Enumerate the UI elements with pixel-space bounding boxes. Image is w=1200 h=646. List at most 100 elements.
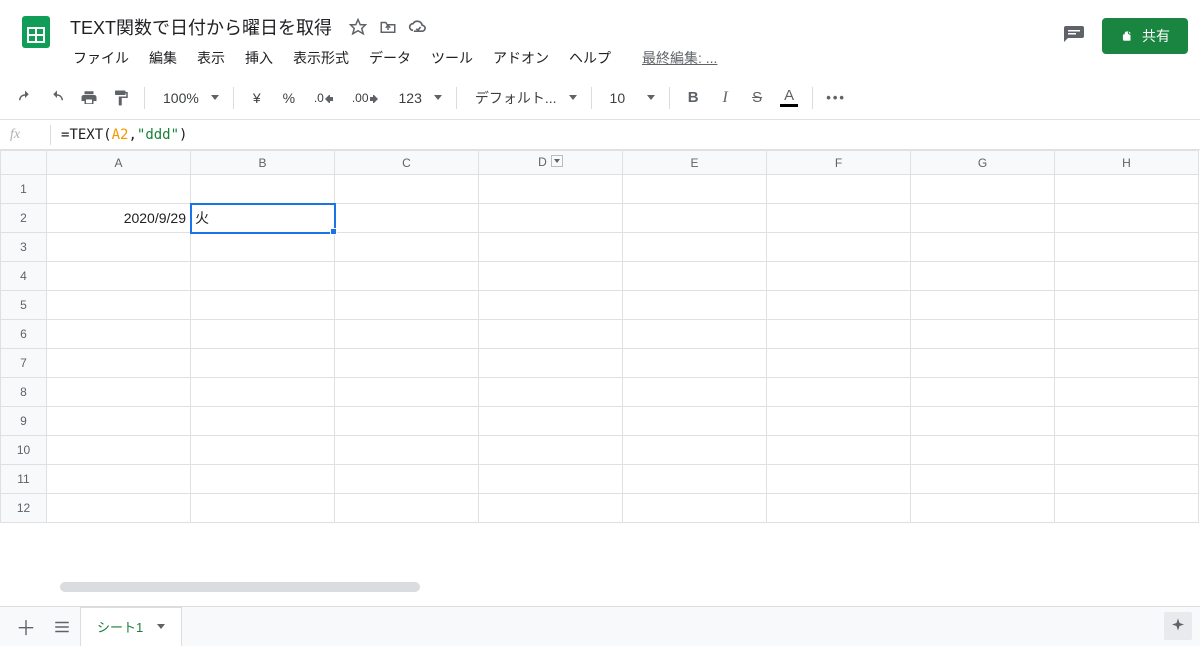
- spreadsheet-grid[interactable]: ABCDEFGH122020/9/29火3456789101112: [0, 150, 1200, 594]
- cell[interactable]: [1055, 378, 1199, 407]
- cell[interactable]: [623, 233, 767, 262]
- cell[interactable]: [767, 204, 911, 233]
- menu-edit[interactable]: 編集: [140, 44, 186, 72]
- row-header[interactable]: 1: [1, 175, 47, 204]
- cell[interactable]: [47, 175, 191, 204]
- cell[interactable]: [1055, 320, 1199, 349]
- cell[interactable]: [767, 349, 911, 378]
- zoom-dropdown[interactable]: 100%: [153, 83, 225, 113]
- row-header[interactable]: 7: [1, 349, 47, 378]
- cell[interactable]: [335, 407, 479, 436]
- cell[interactable]: [1055, 349, 1199, 378]
- sheets-logo[interactable]: [16, 12, 56, 52]
- more-button[interactable]: •••: [821, 83, 851, 113]
- cell[interactable]: [335, 494, 479, 523]
- cell[interactable]: [47, 262, 191, 291]
- cell[interactable]: [335, 349, 479, 378]
- last-edit-link[interactable]: 最終編集: ...: [642, 48, 717, 68]
- menu-help[interactable]: ヘルプ: [560, 44, 620, 72]
- cell[interactable]: [479, 494, 623, 523]
- cell[interactable]: [911, 465, 1055, 494]
- add-sheet-button[interactable]: ＋: [8, 609, 44, 645]
- cell[interactable]: [767, 378, 911, 407]
- column-header[interactable]: G: [911, 151, 1055, 175]
- cell[interactable]: [1055, 262, 1199, 291]
- formula-content[interactable]: =TEXT(A2,"ddd"): [61, 127, 187, 143]
- menu-tools[interactable]: ツール: [422, 44, 482, 72]
- cell[interactable]: [479, 262, 623, 291]
- cell[interactable]: [623, 494, 767, 523]
- cell[interactable]: [911, 349, 1055, 378]
- paint-format-icon[interactable]: [106, 83, 136, 113]
- column-header[interactable]: E: [623, 151, 767, 175]
- text-color-button[interactable]: A: [774, 83, 804, 113]
- selection-handle[interactable]: [330, 228, 337, 235]
- redo-icon[interactable]: [42, 83, 72, 113]
- increase-decimal-button[interactable]: .00: [344, 83, 387, 113]
- cell[interactable]: [623, 204, 767, 233]
- number-format-dropdown[interactable]: 123: [389, 83, 448, 113]
- cell[interactable]: [47, 349, 191, 378]
- cell[interactable]: [911, 262, 1055, 291]
- select-all-corner[interactable]: [1, 151, 47, 175]
- document-title[interactable]: TEXT関数で日付から曜日を取得: [64, 12, 338, 42]
- explore-button[interactable]: [1164, 612, 1192, 640]
- cell[interactable]: [191, 233, 335, 262]
- cell[interactable]: [911, 204, 1055, 233]
- cell[interactable]: [1055, 407, 1199, 436]
- cell[interactable]: [767, 436, 911, 465]
- share-button[interactable]: 共有: [1102, 18, 1188, 54]
- cell[interactable]: [191, 436, 335, 465]
- cell[interactable]: [623, 465, 767, 494]
- cell[interactable]: [1055, 465, 1199, 494]
- cell[interactable]: [911, 175, 1055, 204]
- column-header[interactable]: H: [1055, 151, 1199, 175]
- cell[interactable]: [479, 378, 623, 407]
- cell[interactable]: [911, 320, 1055, 349]
- cell[interactable]: [335, 175, 479, 204]
- cell[interactable]: [335, 291, 479, 320]
- cell[interactable]: [47, 378, 191, 407]
- row-header[interactable]: 6: [1, 320, 47, 349]
- bold-button[interactable]: B: [678, 83, 708, 113]
- row-header[interactable]: 12: [1, 494, 47, 523]
- cell[interactable]: [479, 320, 623, 349]
- cell[interactable]: [623, 320, 767, 349]
- italic-button[interactable]: I: [710, 83, 740, 113]
- column-header[interactable]: F: [767, 151, 911, 175]
- cell[interactable]: [335, 320, 479, 349]
- cell[interactable]: [911, 494, 1055, 523]
- cell[interactable]: [479, 291, 623, 320]
- column-header[interactable]: C: [335, 151, 479, 175]
- cell[interactable]: 2020/9/29: [47, 204, 191, 233]
- cell[interactable]: [1055, 233, 1199, 262]
- menu-data[interactable]: データ: [360, 44, 420, 72]
- cell[interactable]: [47, 465, 191, 494]
- cell[interactable]: [767, 494, 911, 523]
- cell[interactable]: [479, 465, 623, 494]
- row-header[interactable]: 2: [1, 204, 47, 233]
- cell[interactable]: [47, 233, 191, 262]
- cell[interactable]: [191, 494, 335, 523]
- cell[interactable]: [47, 291, 191, 320]
- cell[interactable]: [767, 320, 911, 349]
- row-header[interactable]: 9: [1, 407, 47, 436]
- cell[interactable]: [191, 320, 335, 349]
- cell[interactable]: [191, 349, 335, 378]
- cell[interactable]: [1055, 175, 1199, 204]
- currency-button[interactable]: ¥: [242, 83, 272, 113]
- cell[interactable]: [911, 233, 1055, 262]
- cell[interactable]: [1055, 204, 1199, 233]
- cell[interactable]: [47, 494, 191, 523]
- menu-file[interactable]: ファイル: [64, 44, 138, 72]
- cell[interactable]: [191, 465, 335, 494]
- cell[interactable]: [911, 407, 1055, 436]
- cell[interactable]: [767, 407, 911, 436]
- cell[interactable]: [479, 349, 623, 378]
- cell[interactable]: [1055, 291, 1199, 320]
- menu-addons[interactable]: アドオン: [484, 44, 558, 72]
- row-header[interactable]: 8: [1, 378, 47, 407]
- move-icon[interactable]: [378, 17, 398, 37]
- cell[interactable]: [623, 175, 767, 204]
- cell[interactable]: [767, 175, 911, 204]
